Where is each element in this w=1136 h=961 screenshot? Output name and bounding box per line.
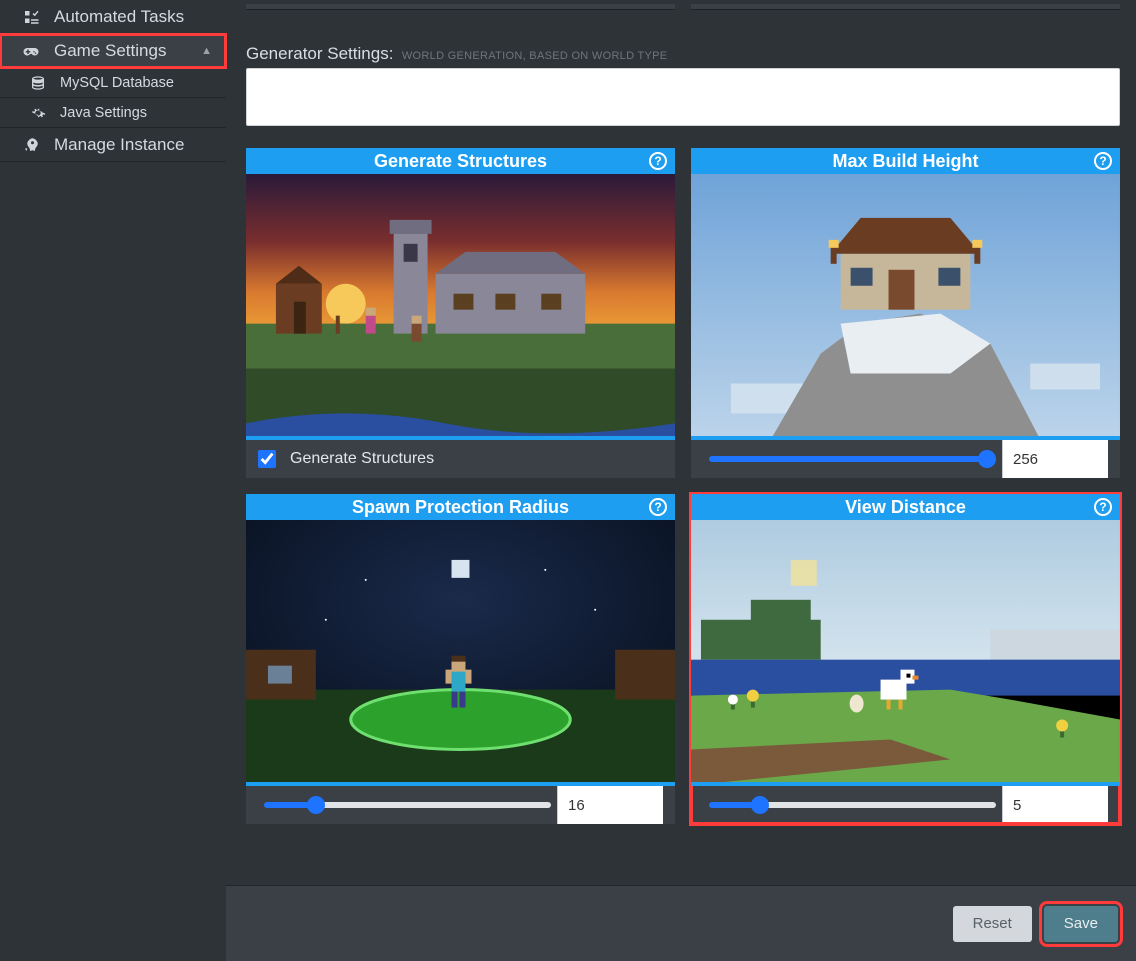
generator-settings-hint: WORLD GENERATION, BASED ON WORLD TYPE [402,50,668,62]
card-spawn-protection: Spawn Protection Radius ? [246,494,675,824]
sidebar-item-game-settings[interactable]: Game Settings ▲ [0,34,226,68]
sidebar-item-label: Automated Tasks [54,7,184,27]
sidebar-item-label: Manage Instance [54,135,184,155]
view-distance-slider[interactable] [709,802,996,808]
card-image-spawn [246,520,675,786]
top-block-right [691,4,1120,10]
sidebar-item-automated-tasks[interactable]: Automated Tasks [0,0,226,34]
card-title: View Distance [845,497,966,518]
sidebar-item-label: Java Settings [60,105,147,121]
gamepad-icon [22,42,40,60]
sidebar: Automated Tasks Game Settings ▲ MySQL Da… [0,0,226,961]
help-icon[interactable]: ? [1094,152,1112,170]
max-build-height-value[interactable]: 256 [1002,440,1108,478]
max-build-height-slider[interactable] [709,456,996,462]
generator-settings-label: Generator Settings: [246,44,393,63]
generator-settings-row: Generator Settings: WORLD GENERATION, BA… [246,44,1120,126]
sidebar-item-java-settings[interactable]: Java Settings [0,98,226,128]
generate-structures-checkbox[interactable] [258,450,276,468]
card-max-build-height: Max Build Height ? [691,148,1120,478]
database-icon [30,75,46,91]
help-icon[interactable]: ? [649,152,667,170]
generator-settings-textarea[interactable] [246,68,1120,126]
card-title: Spawn Protection Radius [352,497,569,518]
card-image-view-distance [691,520,1120,786]
spawn-protection-slider[interactable] [264,802,551,808]
sidebar-item-label: MySQL Database [60,75,174,91]
save-button[interactable]: Save [1044,906,1118,942]
sidebar-item-mysql-database[interactable]: MySQL Database [0,68,226,98]
sidebar-item-label: Game Settings [54,41,166,61]
spawn-protection-value[interactable]: 16 [557,786,663,824]
reset-button[interactable]: Reset [953,906,1032,942]
top-placeholder-row [246,4,1120,10]
card-title: Max Build Height [832,151,978,172]
card-generate-structures: Generate Structures ? [246,148,675,478]
sidebar-item-manage-instance[interactable]: Manage Instance [0,128,226,162]
top-block-left [246,4,675,10]
card-image-structures [246,174,675,440]
view-distance-value[interactable]: 5 [1002,786,1108,824]
help-icon[interactable]: ? [649,498,667,516]
tasks-icon [22,8,40,26]
card-title: Generate Structures [374,151,547,172]
main-panel: Generator Settings: WORLD GENERATION, BA… [226,0,1136,961]
rocket-icon [22,136,40,154]
chevron-up-icon: ▲ [201,45,212,57]
help-icon[interactable]: ? [1094,498,1112,516]
card-view-distance: View Distance ? [691,494,1120,824]
card-image-build-height [691,174,1120,440]
cogs-icon [30,105,46,121]
generate-structures-checkbox-label: Generate Structures [290,450,434,468]
footer: Reset Save [226,885,1136,961]
